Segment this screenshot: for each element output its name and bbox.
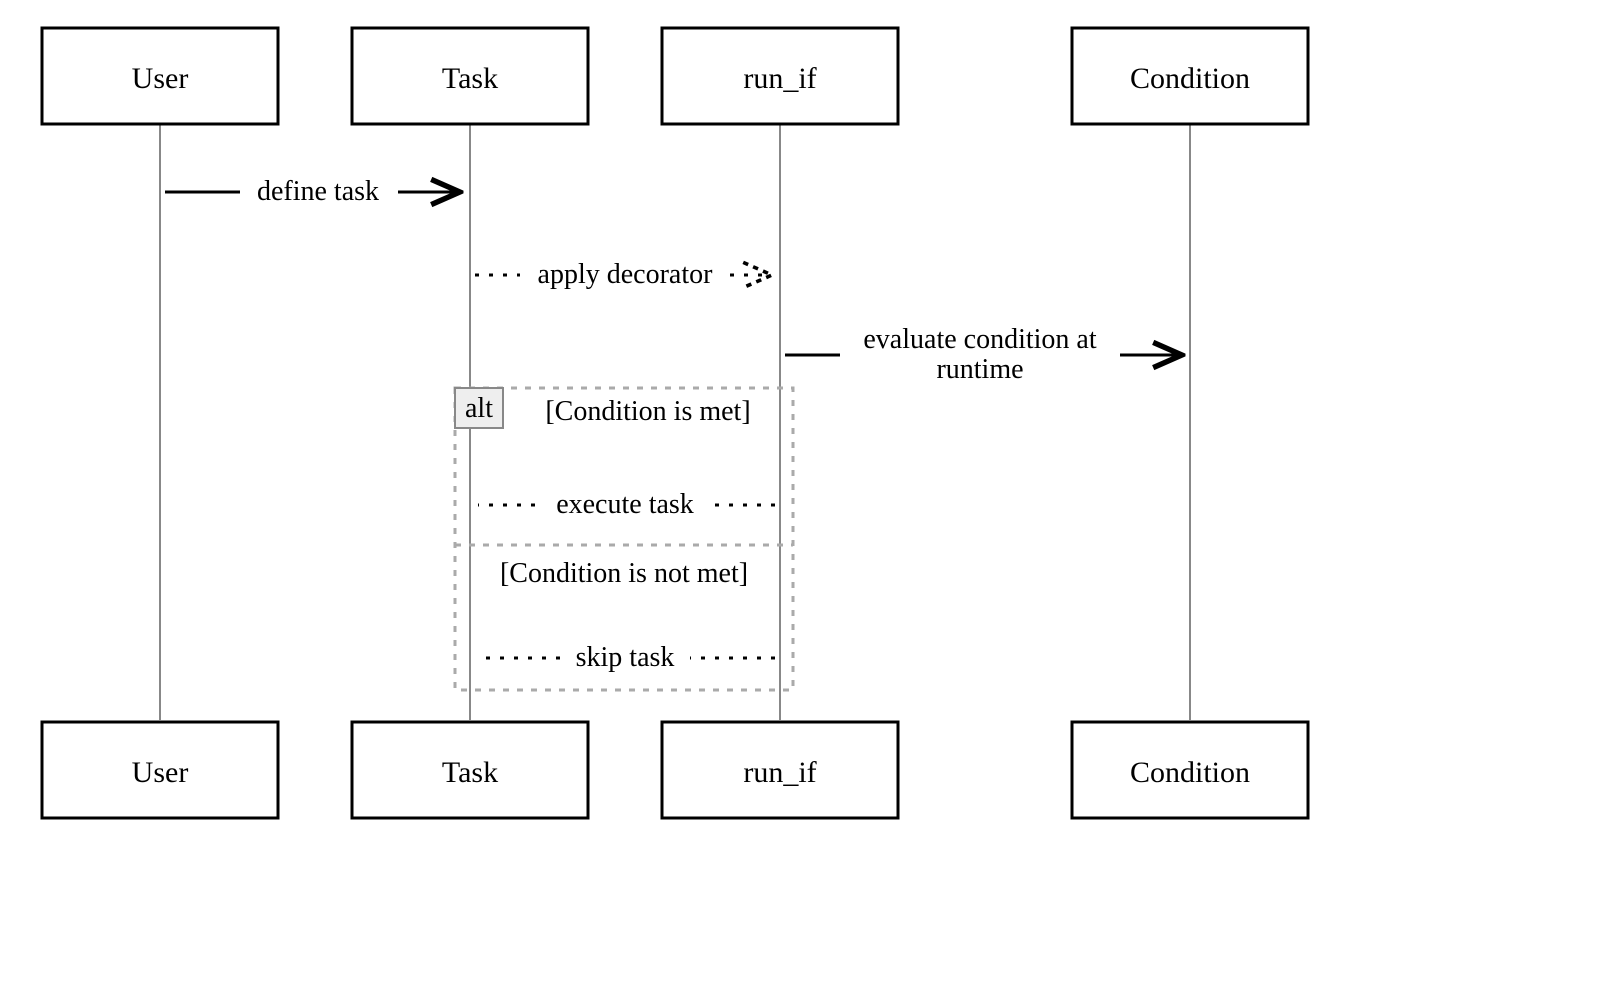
participant-condition-bottom: Condition: [1072, 722, 1308, 818]
participant-task-bottom-label: Task: [442, 756, 498, 789]
message-execute-task: execute task: [478, 489, 775, 520]
participant-runif-top: run_if: [662, 28, 898, 124]
message-evaluate-condition: evaluate condition at runtime: [785, 324, 1182, 385]
participant-user-bottom: User: [42, 722, 278, 818]
message-apply-decorator-label: apply decorator: [538, 259, 714, 290]
participant-task-bottom: Task: [352, 722, 588, 818]
message-define-task: define task: [165, 176, 460, 207]
participant-condition-top-label: Condition: [1130, 62, 1250, 95]
message-apply-decorator: apply decorator: [475, 259, 772, 290]
participant-runif-bottom-label: run_if: [743, 756, 816, 789]
message-skip-task: skip task: [478, 642, 775, 673]
participant-runif-bottom: run_if: [662, 722, 898, 818]
alt-guard-1: [Condition is met]: [545, 396, 750, 427]
participant-runif-top-label: run_if: [743, 62, 816, 95]
message-evaluate-condition-label-2: runtime: [936, 354, 1023, 385]
alt-guard-2: [Condition is not met]: [500, 558, 748, 589]
participant-user-top: User: [42, 28, 278, 124]
participant-user-bottom-label: User: [132, 756, 189, 789]
message-evaluate-condition-label-1: evaluate condition at: [863, 324, 1096, 355]
sequence-diagram: User Task run_if Condition User Task run…: [0, 0, 1600, 1004]
participant-task-top-label: Task: [442, 62, 498, 95]
message-skip-task-label: skip task: [576, 642, 675, 673]
participant-task-top: Task: [352, 28, 588, 124]
message-define-task-label: define task: [257, 176, 379, 207]
alt-frame-label: alt: [465, 393, 493, 424]
participant-condition-bottom-label: Condition: [1130, 756, 1250, 789]
message-execute-task-label: execute task: [556, 489, 694, 520]
participant-condition-top: Condition: [1072, 28, 1308, 124]
participant-user-top-label: User: [132, 62, 189, 95]
